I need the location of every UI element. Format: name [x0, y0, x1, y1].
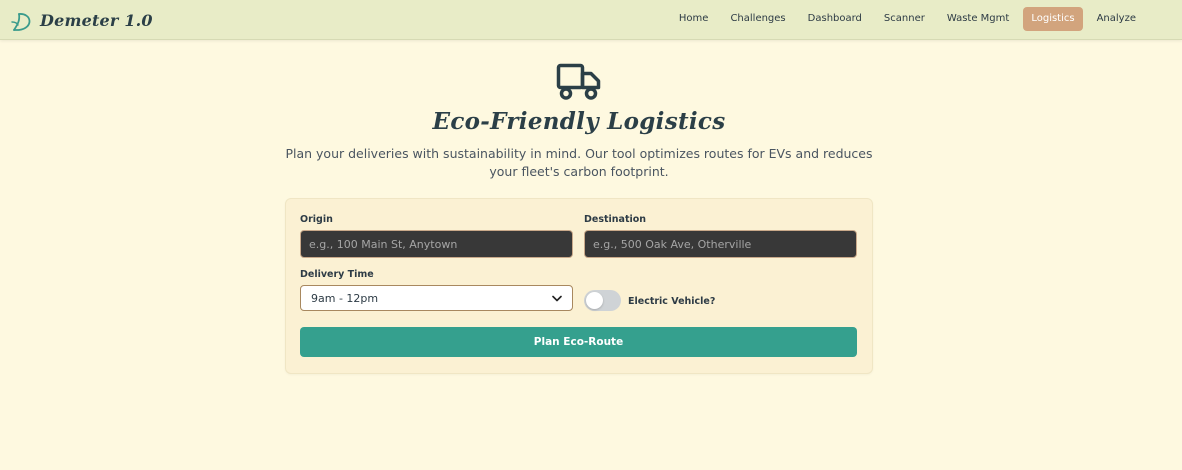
- nav-item-dashboard[interactable]: Dashboard: [800, 7, 870, 31]
- delivery-time-select[interactable]: 9am - 12pm: [300, 285, 573, 311]
- origin-input[interactable]: [300, 230, 573, 258]
- truck-icon: [556, 63, 601, 100]
- nav-links: Home Challenges Dashboard Scanner Waste …: [665, 7, 1144, 31]
- brand[interactable]: Demeter 1.0: [10, 6, 153, 34]
- nav-item-home[interactable]: Home: [671, 7, 717, 31]
- navbar: Demeter 1.0 Home Challenges Dashboard Sc…: [0, 0, 1182, 40]
- delivery-time-label: Delivery Time: [300, 269, 374, 280]
- toggle-knob: [586, 292, 603, 309]
- destination-label: Destination: [584, 214, 647, 225]
- origin-label: Origin: [300, 214, 333, 225]
- delivery-time-selected: 9am - 12pm: [311, 291, 379, 305]
- brand-name: Demeter 1.0: [40, 10, 153, 30]
- destination-input[interactable]: [584, 230, 857, 258]
- page-subtitle: Plan your deliveries with sustainability…: [285, 146, 873, 179]
- electric-vehicle-toggle[interactable]: [584, 290, 621, 311]
- plan-eco-route-button[interactable]: Plan Eco-Route: [300, 327, 857, 357]
- nav-item-logistics[interactable]: Logistics: [1023, 7, 1083, 31]
- nav-item-waste-mgmt[interactable]: Waste Mgmt: [939, 7, 1017, 31]
- nav-item-challenges[interactable]: Challenges: [722, 7, 793, 31]
- page-title: Eco-Friendly Logistics: [432, 108, 726, 135]
- nav-item-scanner[interactable]: Scanner: [876, 7, 933, 31]
- electric-vehicle-label: Electric Vehicle?: [628, 296, 716, 307]
- chevron-down-icon: [552, 295, 562, 301]
- logistics-form-card: Origin Destination Delivery Time 9am - 1…: [285, 198, 873, 374]
- nav-item-analyze[interactable]: Analyze: [1089, 7, 1144, 31]
- leaf-d-logo-icon: [11, 12, 31, 31]
